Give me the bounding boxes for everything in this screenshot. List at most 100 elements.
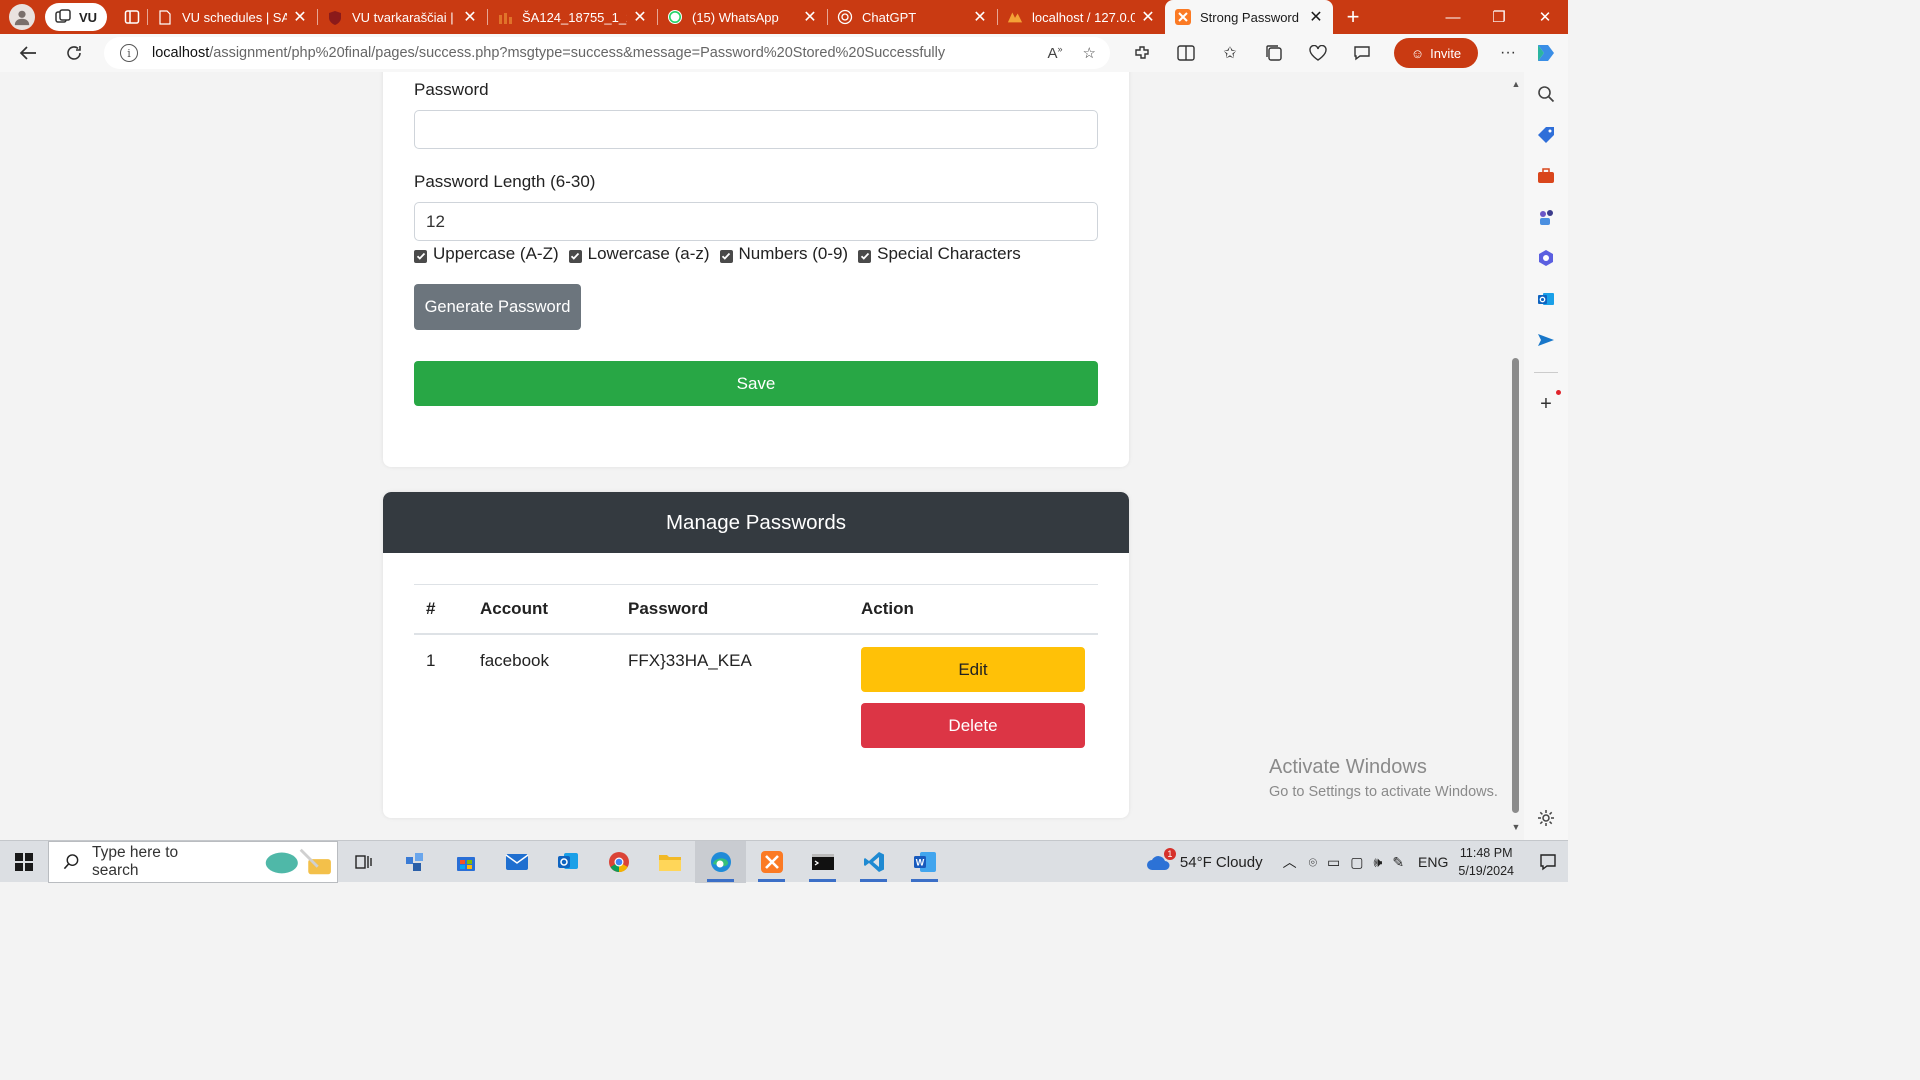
- mail-icon[interactable]: [491, 841, 542, 883]
- site-info-icon[interactable]: i: [120, 44, 138, 62]
- tab-strong-password[interactable]: Strong Password ✕: [1165, 0, 1333, 34]
- checkbox[interactable]: [719, 249, 733, 263]
- close-icon[interactable]: ✕: [1309, 7, 1323, 27]
- scroll-down-arrow-icon[interactable]: ▼: [1511, 822, 1521, 832]
- tab-vu-tvarkarasciai[interactable]: VU tvarkaraščiai | S ✕: [317, 0, 487, 34]
- network-app-icon[interactable]: [389, 841, 440, 883]
- language-indicator[interactable]: ENG: [1418, 854, 1448, 870]
- games-icon[interactable]: [1536, 207, 1556, 227]
- show-hidden-icons-chevron-icon[interactable]: ︿: [1283, 852, 1297, 872]
- network-icon[interactable]: ▢: [1350, 854, 1363, 871]
- weather-widget[interactable]: 1 54°F Cloudy: [1146, 848, 1263, 872]
- column-header-action: Action: [861, 599, 914, 618]
- tab-vu-schedules[interactable]: VU schedules | SA | ✕: [147, 0, 317, 34]
- outlook-icon[interactable]: [1536, 289, 1556, 309]
- favorites-icon[interactable]: ✩: [1212, 38, 1248, 68]
- microsoft-store-icon[interactable]: [440, 841, 491, 883]
- tab-phpmyadmin[interactable]: localhost / 127.0.0. ✕: [997, 0, 1165, 34]
- favorite-star-icon[interactable]: ☆: [1083, 44, 1096, 62]
- tab-actions-button[interactable]: [117, 3, 147, 31]
- sidebar-divider: [1534, 372, 1558, 373]
- word-icon[interactable]: W: [899, 841, 950, 883]
- profile-avatar[interactable]: [9, 4, 35, 30]
- file-explorer-icon[interactable]: [644, 841, 695, 883]
- tab-title: localhost / 127.0.0.: [1032, 9, 1135, 25]
- close-icon[interactable]: ✕: [463, 7, 477, 27]
- task-view-icon[interactable]: [338, 841, 389, 883]
- outlook-new-icon[interactable]: [542, 841, 593, 883]
- settings-gear-icon[interactable]: [1536, 808, 1556, 828]
- generate-password-button[interactable]: Generate Password: [414, 284, 581, 330]
- clock[interactable]: 11:48 PM 5/19/2024: [1458, 844, 1514, 880]
- tab-title: Strong Password: [1200, 9, 1299, 25]
- invite-button[interactable]: ☺ Invite: [1394, 38, 1478, 68]
- add-icon[interactable]: +: [1536, 393, 1556, 415]
- copilot-icon[interactable]: [1532, 39, 1560, 67]
- special-characters-option[interactable]: Special Characters: [858, 244, 1021, 264]
- column-header-password: Password: [628, 599, 709, 618]
- checkbox[interactable]: [858, 249, 872, 263]
- length-input[interactable]: 12: [414, 202, 1098, 241]
- close-icon[interactable]: ✕: [293, 7, 307, 27]
- send-icon[interactable]: [1536, 330, 1556, 350]
- scroll-thumb[interactable]: [1512, 358, 1519, 813]
- password-input[interactable]: [414, 110, 1098, 149]
- collections-icon[interactable]: [1256, 38, 1292, 68]
- close-icon[interactable]: ✕: [803, 7, 817, 27]
- uppercase-option[interactable]: Uppercase (A-Z): [414, 244, 559, 264]
- more-menu-icon[interactable]: ···: [1490, 38, 1526, 68]
- new-tab-button[interactable]: +: [1333, 0, 1373, 34]
- numbers-option[interactable]: Numbers (0-9): [719, 244, 848, 264]
- close-icon[interactable]: ✕: [973, 7, 987, 27]
- search-icon[interactable]: [1536, 84, 1556, 104]
- refresh-button[interactable]: [56, 38, 92, 68]
- close-icon[interactable]: ✕: [1141, 7, 1155, 27]
- meet-now-icon[interactable]: ⌾: [1309, 854, 1317, 871]
- taskbar-search-box[interactable]: Type here to search: [48, 840, 338, 883]
- tab-sa124[interactable]: ŠA124_18755_1_20 ✕: [487, 0, 657, 34]
- lowercase-option[interactable]: Lowercase (a-z): [568, 244, 710, 264]
- volume-icon[interactable]: 🕪: [1373, 854, 1382, 871]
- checkbox[interactable]: [414, 249, 427, 263]
- tools-icon[interactable]: [1536, 166, 1556, 186]
- workspace-button[interactable]: VU: [45, 3, 107, 31]
- address-bar[interactable]: i localhost/assignment/php%20final/pages…: [104, 37, 1110, 69]
- save-button[interactable]: Save: [414, 361, 1098, 406]
- edit-button[interactable]: Edit: [861, 647, 1085, 692]
- vscode-icon[interactable]: [848, 841, 899, 883]
- watermark-subtitle: Go to Settings to activate Windows.: [1269, 784, 1498, 800]
- workspace-label: VU: [79, 9, 98, 25]
- search-placeholder: Type here to search: [92, 843, 179, 879]
- restore-button[interactable]: ❐: [1476, 0, 1522, 34]
- notifications-button[interactable]: [1528, 841, 1568, 883]
- close-icon[interactable]: ✕: [633, 7, 647, 27]
- read-aloud-icon[interactable]: A»: [1048, 44, 1063, 62]
- copilot-apps-icon[interactable]: [1536, 248, 1556, 268]
- password-label: Password: [414, 80, 489, 99]
- tab-chatgpt[interactable]: ChatGPT ✕: [827, 0, 997, 34]
- uppercase-label: Uppercase (A-Z): [433, 244, 559, 263]
- extensions-icon[interactable]: [1124, 38, 1160, 68]
- shopping-tag-icon[interactable]: [1536, 125, 1556, 145]
- battery-icon[interactable]: ▭: [1327, 854, 1340, 871]
- split-screen-icon[interactable]: [1168, 38, 1204, 68]
- system-tray: 1 54°F Cloudy ︿ ⌾ ▭ ▢ 🕪 ✎ ENG 11:48 PM 5…: [1146, 841, 1568, 883]
- scroll-up-arrow-icon[interactable]: ▲: [1511, 79, 1521, 89]
- back-button[interactable]: [10, 38, 46, 68]
- page-scrollbar[interactable]: ▲ ▼: [1508, 72, 1524, 840]
- start-button[interactable]: [0, 841, 48, 883]
- delete-button[interactable]: Delete: [861, 703, 1085, 748]
- minimize-button[interactable]: —: [1430, 0, 1476, 34]
- pen-icon[interactable]: ✎: [1392, 854, 1404, 871]
- edge-icon[interactable]: [695, 840, 746, 883]
- close-window-button[interactable]: ✕: [1522, 0, 1568, 34]
- activate-windows-watermark: Activate Windows Go to Settings to activ…: [1269, 756, 1498, 800]
- chrome-icon[interactable]: [593, 841, 644, 883]
- terminal-icon[interactable]: [797, 841, 848, 883]
- tab-whatsapp[interactable]: (15) WhatsApp ✕: [657, 0, 827, 34]
- browser-essentials-icon[interactable]: [1300, 38, 1336, 68]
- checkbox[interactable]: [568, 249, 582, 263]
- invite-icon: ☺: [1410, 45, 1425, 61]
- xampp-icon[interactable]: [746, 841, 797, 883]
- feedback-icon[interactable]: [1344, 38, 1380, 68]
